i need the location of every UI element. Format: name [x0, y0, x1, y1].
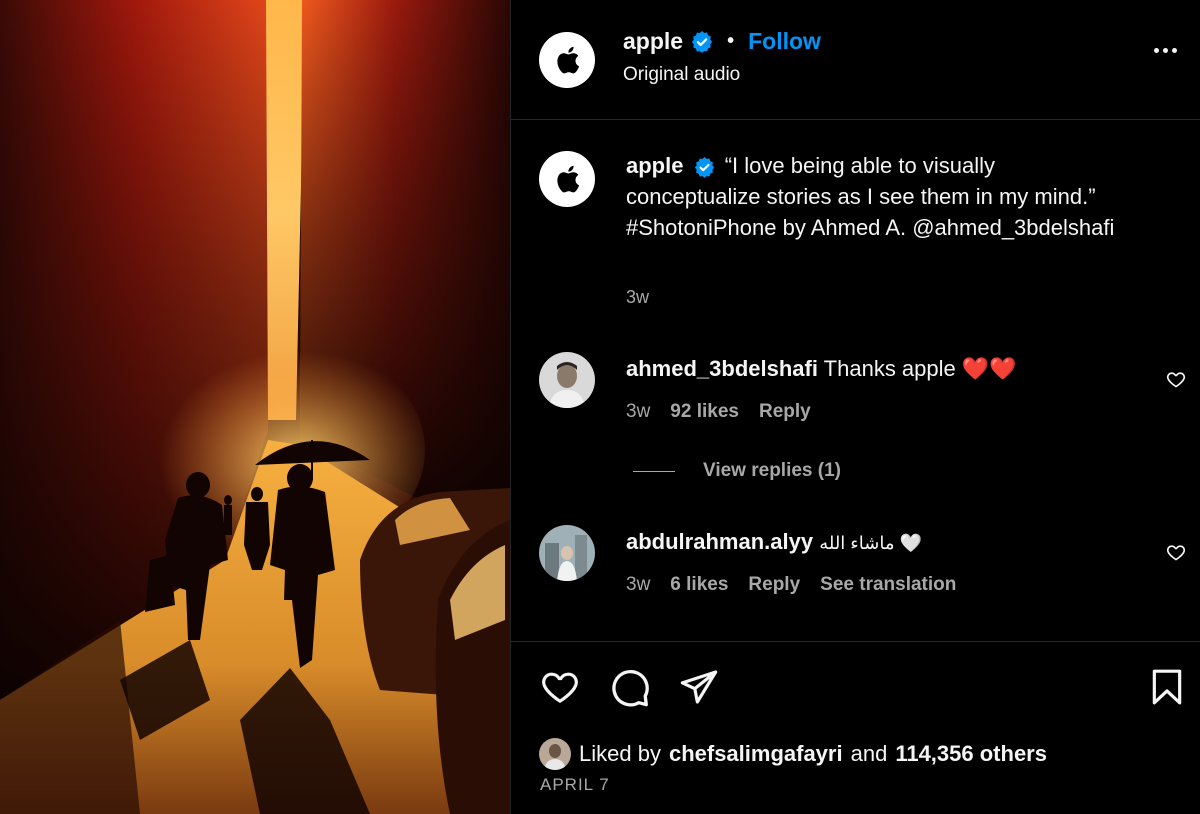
post-header: apple • Follow Original audio	[511, 0, 1200, 120]
avatar-photo	[539, 738, 571, 770]
author-avatar[interactable]	[539, 32, 595, 88]
comment-body: ماشاء الله 🤍	[819, 533, 922, 553]
post-details-panel: apple • Follow Original audio apple “I l…	[510, 0, 1200, 814]
instagram-post-view: apple • Follow Original audio apple “I l…	[0, 0, 1200, 814]
caption-username[interactable]: apple	[626, 153, 683, 178]
comment-icon[interactable]	[609, 667, 651, 709]
verified-badge-icon	[694, 156, 714, 178]
comment-meta: 3w 92 likes Reply	[626, 401, 811, 423]
audio-label[interactable]: Original audio	[623, 64, 740, 86]
liker-avatar[interactable]	[539, 738, 571, 770]
more-options-icon[interactable]	[1154, 48, 1177, 53]
actions-divider	[511, 641, 1200, 642]
commenter-avatar[interactable]	[539, 352, 595, 408]
header-title-row: apple • Follow	[623, 28, 821, 55]
post-photo[interactable]	[0, 0, 510, 814]
liked-by-joiner: and	[850, 741, 888, 766]
avatar-photo	[539, 525, 595, 581]
street-photo-illustration	[0, 0, 510, 814]
view-replies-label: View replies (1)	[703, 460, 841, 481]
heart-icon[interactable]	[1166, 369, 1186, 389]
likes-count[interactable]: 114,356 others	[895, 741, 1047, 767]
reply-button[interactable]: Reply	[748, 574, 800, 596]
apple-logo-icon	[557, 46, 580, 74]
comment-username[interactable]: abdulrahman.alyy	[626, 529, 813, 554]
liked-by-row: Liked by chefsalimgafayri and 114,356 ot…	[539, 738, 1047, 770]
commenter-avatar[interactable]	[539, 525, 595, 581]
reply-button[interactable]: Reply	[759, 401, 811, 423]
bookmark-icon[interactable]	[1150, 668, 1184, 706]
author-username[interactable]: apple	[623, 28, 683, 55]
share-icon[interactable]	[679, 667, 719, 707]
comment-meta: 3w 6 likes Reply See translation	[626, 574, 956, 596]
heart-icon[interactable]	[1166, 542, 1186, 562]
see-translation-button[interactable]: See translation	[820, 574, 956, 596]
caption-timestamp[interactable]: 3w	[626, 287, 649, 308]
follow-button[interactable]: Follow	[748, 28, 821, 55]
liked-by-prefix: Liked by	[579, 741, 661, 766]
comment-body: Thanks apple ❤️❤️	[823, 356, 1017, 381]
comment-username[interactable]: ahmed_3bdelshafi	[626, 356, 818, 381]
avatar-photo	[539, 352, 595, 408]
comment-likes[interactable]: 92 likes	[670, 401, 739, 423]
comment-text-row: abdulrahman.alyy ماشاء الله 🤍	[626, 529, 922, 555]
comment-text-row: ahmed_3bdelshafi Thanks apple ❤️❤️	[626, 356, 1017, 382]
comment-timestamp[interactable]: 3w	[626, 574, 650, 596]
like-heart-icon[interactable]	[539, 667, 581, 707]
view-replies-button[interactable]: View replies (1)	[633, 460, 841, 482]
comment-likes[interactable]: 6 likes	[670, 574, 728, 596]
caption-author-avatar[interactable]	[539, 151, 595, 207]
liked-by-user[interactable]: chefsalimgafayri	[669, 741, 843, 767]
replies-divider-line	[633, 470, 675, 472]
post-date[interactable]: APRIL 7	[540, 775, 610, 795]
verified-badge-icon	[691, 30, 713, 53]
separator-dot: •	[727, 30, 735, 52]
apple-logo-icon	[557, 165, 580, 193]
caption-text-block: apple “I love being able to visually con…	[626, 150, 1126, 243]
comment-timestamp[interactable]: 3w	[626, 401, 650, 423]
